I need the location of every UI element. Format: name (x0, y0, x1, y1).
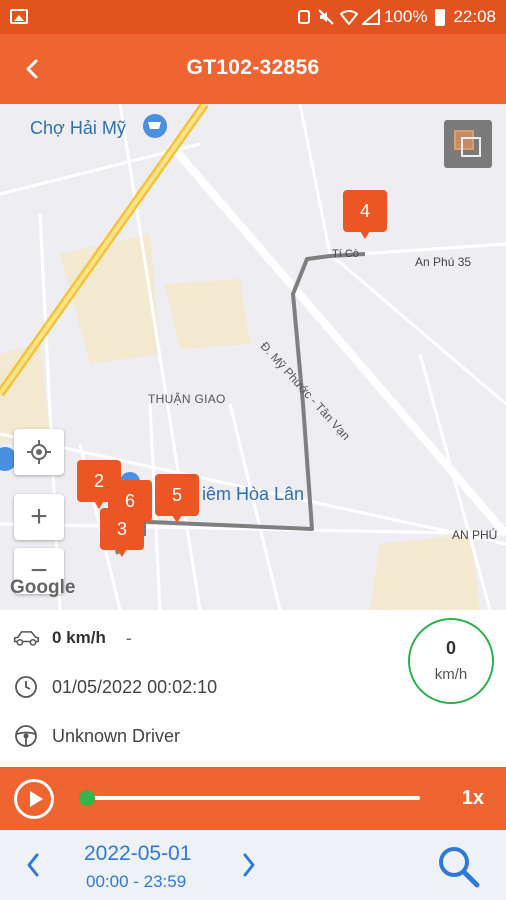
google-logo: Google (10, 577, 76, 598)
playback-bar: 1x (0, 767, 506, 830)
steering-wheel-icon (12, 722, 40, 750)
wifi-icon (339, 9, 358, 25)
map-view[interactable]: Chợ Hải Mỹ THUẬN GIAO iêm Hòa Lân An Phú… (0, 104, 506, 610)
playback-slider-thumb[interactable] (79, 790, 95, 806)
plus-icon: + (30, 500, 48, 533)
speed-value: 0 km/h (52, 628, 106, 647)
chevron-right-icon (243, 853, 255, 877)
speed-separator: - (125, 627, 132, 648)
datetime-value: 01/05/2022 00:02:10 (52, 676, 218, 697)
map-layers-button[interactable] (444, 120, 492, 168)
mute-icon (318, 9, 334, 25)
place-label-an-phu: AN PHÚ (452, 528, 498, 542)
driver-row: Unknown Driver (12, 722, 180, 750)
place-label-hoa-lan: iêm Hòa Lân (202, 484, 305, 504)
zoom-in-button[interactable]: + (14, 494, 64, 540)
vehicle-info-panel: 0 km/h - 01/05/2022 00:02:10 Unknown Dri… (0, 610, 506, 767)
playback-speed-button[interactable]: 1x (462, 787, 484, 810)
street-label-an-phu-35: An Phú 35 (415, 255, 472, 269)
speed-gauge: 0 km/h (408, 618, 494, 704)
place-label-market: Chợ Hải Mỹ (30, 118, 126, 138)
map-tiles (0, 104, 506, 610)
status-icons: 100% 22:08 (297, 6, 496, 28)
app-header: GT102-32856 (0, 34, 506, 104)
lock-icon (297, 10, 310, 24)
clock-icon (12, 673, 40, 701)
speed-row: 0 km/h - (12, 624, 132, 652)
clock: 22:08 (453, 7, 496, 26)
crosshair-icon (27, 440, 51, 464)
gauge-unit: km/h (434, 666, 468, 683)
previous-day-button[interactable] (16, 848, 50, 882)
chevron-left-icon (27, 853, 39, 877)
gallery-notification-icon (10, 9, 28, 24)
route-marker[interactable]: 6 (108, 480, 152, 529)
play-button[interactable] (14, 779, 54, 819)
battery-percent: 100% (383, 7, 428, 26)
battery-icon (435, 8, 446, 26)
my-location-button[interactable] (14, 429, 64, 475)
time-row: 01/05/2022 00:02:10 (12, 673, 217, 701)
vehicle-title: GT102-32856 (186, 56, 320, 79)
route-marker[interactable]: 4 (343, 190, 387, 239)
status-bar: 100% 22:08 (0, 0, 506, 34)
time-range[interactable]: 00:00 - 23:59 (86, 872, 186, 892)
search-button[interactable] (434, 842, 482, 890)
next-day-button[interactable] (232, 848, 266, 882)
selected-date[interactable]: 2022-05-01 (84, 842, 191, 866)
playback-slider[interactable] (86, 796, 420, 800)
date-navigator: 2022-05-01 00:00 - 23:59 (0, 830, 506, 900)
street-label-ti-co: Tí Cò (332, 248, 359, 260)
place-label-thuan-giao: THUẬN GIAO (148, 392, 226, 406)
car-icon (12, 624, 40, 652)
driver-name: Unknown Driver (52, 725, 181, 746)
signal-icon (361, 9, 380, 25)
search-icon (439, 847, 480, 888)
route-marker[interactable]: 5 (155, 474, 199, 523)
gauge-value: 0 (445, 638, 456, 658)
